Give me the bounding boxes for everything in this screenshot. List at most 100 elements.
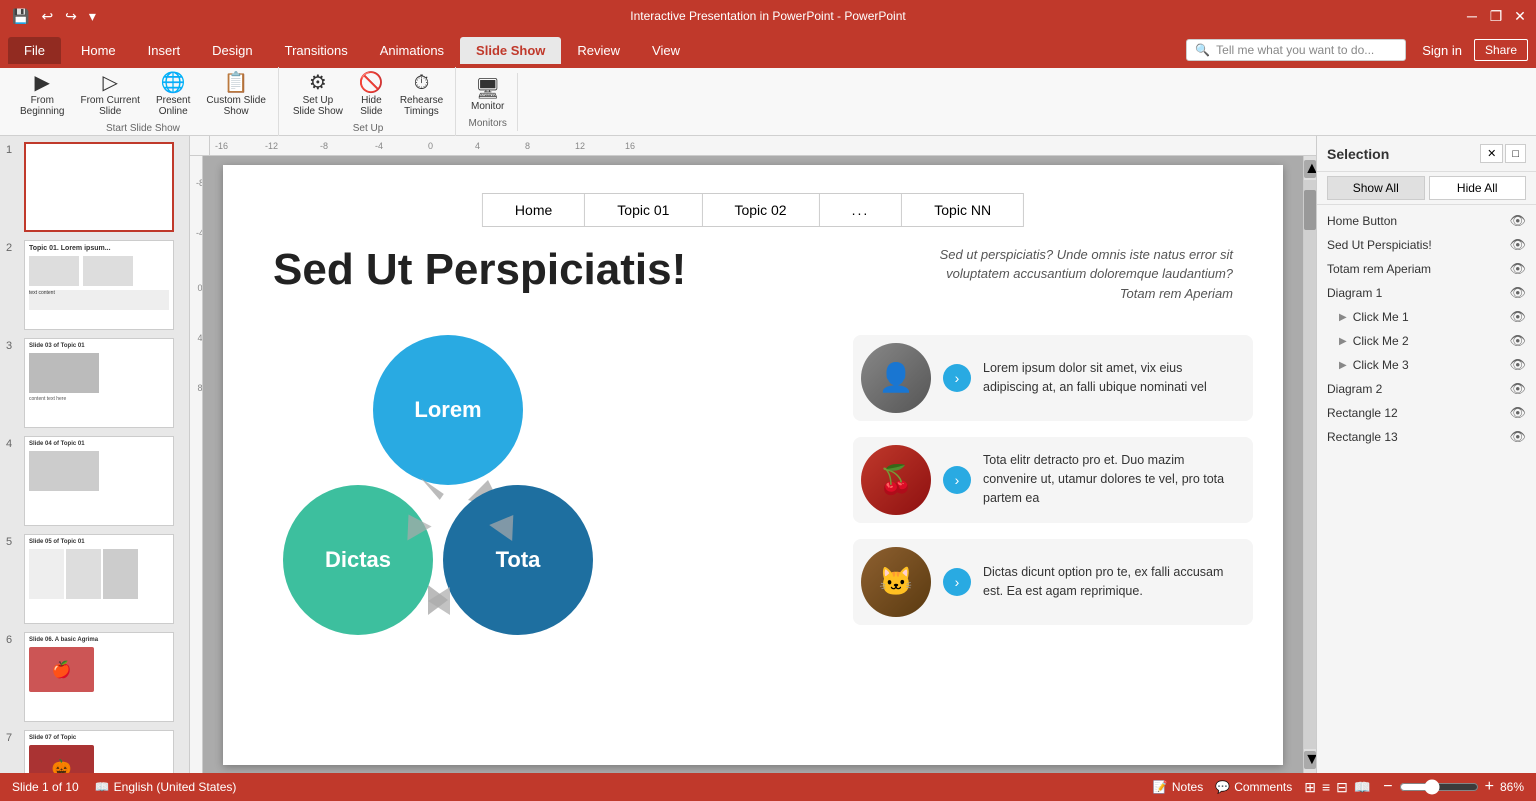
sel-item-clickme2[interactable]: ▶ Click Me 2 👁 [1317, 329, 1536, 353]
sel-item-title[interactable]: Sed Ut Perspiciatis! 👁 [1317, 233, 1536, 257]
sel-item-rect13[interactable]: Rectangle 13 👁 [1317, 425, 1536, 449]
eye-icon-3[interactable]: 👁 [1509, 261, 1526, 277]
view-buttons: ⊞ ≡ ⊟ 📖 [1304, 779, 1371, 796]
sel-item-clickme3[interactable]: ▶ Click Me 3 👁 [1317, 353, 1536, 377]
thumb-img-6: Slide 06. A basic Agrima 🍎 [24, 632, 174, 722]
scroll-up-button[interactable]: ▲ [1304, 160, 1316, 178]
selection-close-button[interactable]: ✕ [1480, 144, 1503, 163]
online-icon: 🌐 [161, 73, 186, 93]
slide-thumb-6[interactable]: 6 Slide 06. A basic Agrima 🍎 [4, 630, 185, 724]
slide-title: Sed Ut Perspiciatis! [273, 245, 686, 295]
tab-slideshow[interactable]: Slide Show [460, 37, 561, 64]
slide-thumb-5[interactable]: 5 Slide 05 of Topic 01 [4, 532, 185, 626]
sorter-view-button[interactable]: ⊟ [1336, 779, 1348, 796]
card-text-3: Dictas dicunt option pro te, ex falli ac… [983, 563, 1241, 601]
scroll-thumb[interactable] [1304, 190, 1316, 230]
outline-view-button[interactable]: ≡ [1322, 779, 1330, 796]
nav-topicnn[interactable]: Topic NN [902, 194, 1023, 226]
vertical-scrollbar[interactable]: ▲ ▼ [1303, 156, 1316, 773]
nav-dots[interactable]: ... [820, 194, 903, 226]
eye-icon-8[interactable]: 👁 [1509, 381, 1526, 397]
setup-slideshow-button[interactable]: ⚙ Set UpSlide Show [287, 69, 349, 121]
from-current-button[interactable]: ▷ From CurrentSlide [74, 69, 145, 121]
card-text-2: Tota elitr detracto pro et. Duo mazim co… [983, 451, 1241, 507]
share-button[interactable]: Share [1474, 39, 1528, 61]
svg-text:-8: -8 [320, 141, 328, 151]
sel-item-clickme1[interactable]: ▶ Click Me 1 👁 [1317, 305, 1536, 329]
slide-thumb-1[interactable]: 1 Sed Ut... [4, 140, 185, 234]
reading-view-button[interactable]: 📖 [1354, 779, 1371, 796]
sign-in-link[interactable]: Sign in [1422, 43, 1462, 58]
notes-icon: 📝 [1153, 780, 1168, 794]
tab-view[interactable]: View [636, 37, 696, 64]
eye-icon-2[interactable]: 👁 [1509, 237, 1526, 253]
slide-thumb-3[interactable]: 3 Slide 03 of Topic 01 content text here [4, 336, 185, 430]
card-arrow-2[interactable]: › [943, 466, 971, 494]
eye-icon-10[interactable]: 👁 [1509, 429, 1526, 445]
slide-panel[interactable]: 1 Sed Ut... 2 Topic 01. Lorem ipsum... [0, 136, 190, 773]
custom-slideshow-button[interactable]: 📋 Custom SlideShow [200, 69, 271, 121]
tab-transitions[interactable]: Transitions [269, 37, 364, 64]
from-beginning-button[interactable]: ▶ FromBeginning [14, 69, 70, 121]
tab-design[interactable]: Design [196, 37, 268, 64]
show-all-button[interactable]: Show All [1327, 176, 1425, 200]
svg-text:8: 8 [197, 383, 202, 393]
setup-icon: ⚙ [309, 73, 327, 93]
hide-slide-button[interactable]: 🚫 HideSlide [353, 69, 390, 121]
sel-item-totam[interactable]: Totam rem Aperiam 👁 [1317, 257, 1536, 281]
redo-button[interactable]: ↪ [61, 6, 81, 27]
eye-icon-6[interactable]: 👁 [1509, 333, 1526, 349]
eye-icon-5[interactable]: 👁 [1509, 309, 1526, 325]
card-arrow-1[interactable]: › [943, 364, 971, 392]
tab-insert[interactable]: Insert [132, 37, 197, 64]
eye-icon-9[interactable]: 👁 [1509, 405, 1526, 421]
scroll-down-button[interactable]: ▼ [1304, 751, 1316, 769]
customize-qat-button[interactable]: ▾ [85, 6, 100, 27]
sel-item-diagram1[interactable]: Diagram 1 👁 [1317, 281, 1536, 305]
sel-item-diagram2[interactable]: Diagram 2 👁 [1317, 377, 1536, 401]
hide-all-button[interactable]: Hide All [1429, 176, 1527, 200]
zoom-slider[interactable] [1399, 779, 1479, 795]
card-arrow-3[interactable]: › [943, 568, 971, 596]
eye-icon-1[interactable]: 👁 [1509, 213, 1526, 229]
nav-topic02[interactable]: Topic 02 [702, 194, 819, 226]
slide-thumb-4[interactable]: 4 Slide 04 of Topic 01 [4, 434, 185, 528]
eye-icon-4[interactable]: 👁 [1509, 285, 1526, 301]
close-button[interactable]: ✕ [1512, 8, 1528, 24]
scroll-track[interactable] [1304, 180, 1316, 749]
tab-animations[interactable]: Animations [364, 37, 460, 64]
save-button[interactable]: 💾 [8, 6, 33, 27]
undo-button[interactable]: ↩ [37, 6, 57, 27]
selection-expand-button[interactable]: □ [1505, 144, 1526, 163]
zoom-in-button[interactable]: + [1485, 778, 1494, 796]
zoom-out-button[interactable]: − [1383, 778, 1392, 796]
sel-item-home-button[interactable]: Home Button 👁 [1317, 209, 1536, 233]
custom-icon: 📋 [224, 73, 249, 93]
nav-topic01[interactable]: Topic 01 [585, 194, 702, 226]
thumb-img-5: Slide 05 of Topic 01 [24, 534, 174, 624]
tab-home[interactable]: Home [65, 37, 132, 64]
circle-lorem: Lorem [373, 335, 523, 485]
tab-review[interactable]: Review [561, 37, 636, 64]
monitor-button[interactable]: 🖥 Monitor [465, 75, 510, 116]
ribbon-search[interactable]: 🔍 Tell me what you want to do... [1186, 39, 1406, 61]
card-text-1: Lorem ipsum dolor sit amet, vix eius adi… [983, 359, 1241, 397]
svg-text:16: 16 [625, 141, 635, 151]
minimize-button[interactable]: ─ [1464, 8, 1480, 24]
present-online-button[interactable]: 🌐 PresentOnline [150, 69, 196, 121]
tab-file[interactable]: File [8, 37, 61, 64]
slide-thumb-2[interactable]: 2 Topic 01. Lorem ipsum... text content [4, 238, 185, 332]
rehearse-timings-button[interactable]: ⏱ RehearseTimings [394, 69, 449, 121]
sel-item-rect12[interactable]: Rectangle 12 👁 [1317, 401, 1536, 425]
normal-view-button[interactable]: ⊞ [1304, 779, 1316, 796]
eye-icon-7[interactable]: 👁 [1509, 357, 1526, 373]
ruler-horizontal: -16 -12 -8 -4 0 4 8 12 16 [210, 136, 1316, 156]
restore-button[interactable]: ❐ [1488, 8, 1504, 24]
ribbon-group-setup: ⚙ Set UpSlide Show 🚫 HideSlide ⏱ Rehears… [281, 67, 456, 136]
comments-icon: 💬 [1215, 780, 1230, 794]
notes-button[interactable]: 📝 Notes [1153, 780, 1203, 794]
comments-button[interactable]: 💬 Comments [1215, 780, 1292, 794]
slide-thumb-7[interactable]: 7 Slide 07 of Topic 🎃 [4, 728, 185, 773]
ruler-area: -16 -12 -8 -4 0 4 8 12 16 [190, 136, 1316, 156]
nav-home[interactable]: Home [483, 194, 585, 226]
